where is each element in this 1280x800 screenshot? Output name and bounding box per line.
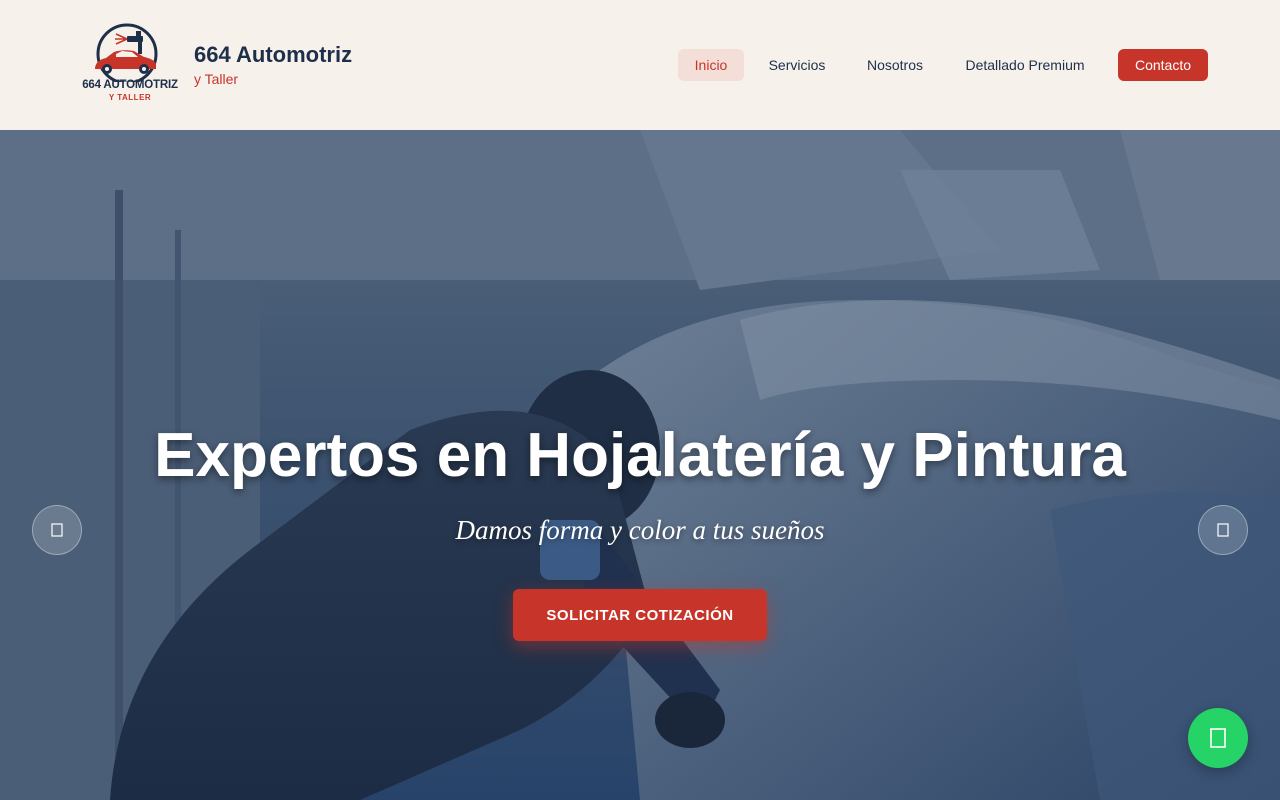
hero-title: Expertos en Hojalatería y Pintura (154, 421, 1126, 490)
hero-slider: Expertos en Hojalatería y Pintura Damos … (0, 130, 1280, 800)
nav-inicio[interactable]: Inicio (678, 49, 744, 81)
brand-title: 664 Automotriz (194, 42, 353, 67)
slider-prev-button[interactable] (32, 505, 82, 555)
nav-detallado-premium[interactable]: Detallado Premium (954, 49, 1096, 81)
brand[interactable]: 664 Automotriz y Taller (194, 42, 352, 87)
brand-subtitle: y Taller (194, 71, 239, 87)
request-quote-button[interactable]: SOLICITAR COTIZACIÓN (513, 589, 767, 641)
logo-sub-text: Y TALLER (108, 92, 152, 102)
hero-subtitle: Damos forma y color a tus sueños (455, 515, 825, 545)
site-logo[interactable]: 664 AUTOMOTRIZ Y TALLER (80, 22, 180, 108)
whatsapp-icon (1210, 728, 1226, 748)
spray-gun-car-icon (95, 23, 158, 85)
nav-nosotros[interactable]: Nosotros (858, 49, 932, 81)
chevron-right-icon (1217, 523, 1229, 537)
chevron-left-icon (51, 523, 63, 537)
logo-main-text: 664 AUTOMOTRIZ (82, 79, 178, 91)
whatsapp-button[interactable] (1188, 708, 1248, 768)
nav-contacto-button[interactable]: Contacto (1118, 49, 1208, 81)
site-header: 664 AUTOMOTRIZ Y TALLER 664 Automotriz y… (0, 0, 1280, 130)
nav-servicios[interactable]: Servicios (758, 49, 836, 81)
logo-text: 664 AUTOMOTRIZ Y TALLER (80, 79, 180, 102)
slider-next-button[interactable] (1198, 505, 1248, 555)
